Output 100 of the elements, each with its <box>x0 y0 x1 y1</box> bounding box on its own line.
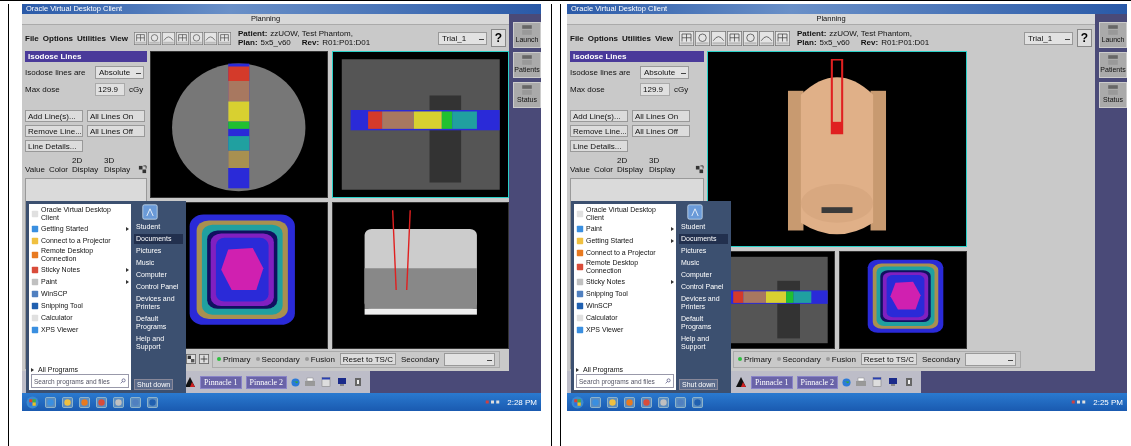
taskbar-app-icon[interactable] <box>624 396 635 408</box>
toolbar-icon[interactable] <box>148 31 161 45</box>
taskbar-app-icon[interactable] <box>96 396 107 408</box>
panel-title: Isodose Lines <box>28 52 82 61</box>
layout-icon[interactable] <box>199 354 209 364</box>
pinnacle-tab[interactable]: Pinnacle 2 <box>796 375 839 389</box>
taskbar-app-icon[interactable] <box>130 396 141 408</box>
clock[interactable]: 2:28 PM <box>507 397 537 407</box>
toolbar-icon[interactable] <box>176 31 189 45</box>
taskbar-app-icon[interactable] <box>658 396 669 408</box>
radio-option[interactable]: Primary <box>217 354 251 364</box>
monitor-icon[interactable] <box>887 377 900 387</box>
pinnacle-tab[interactable]: Pinnacle 1 <box>751 375 793 389</box>
panel-button[interactable]: All Lines On <box>632 110 690 122</box>
monitor-icon[interactable] <box>336 377 349 387</box>
document-icon[interactable] <box>871 377 884 387</box>
panel-button[interactable]: Remove Line... <box>570 125 628 137</box>
panel-button[interactable]: All Lines On <box>87 110 145 122</box>
display-icon[interactable] <box>138 165 147 174</box>
menu-item[interactable]: Options <box>587 33 618 43</box>
taskbar-app-icon[interactable] <box>113 396 124 408</box>
toolbar-icon[interactable] <box>162 31 175 45</box>
window-icon <box>1107 84 1119 96</box>
toolbar-icon[interactable] <box>695 30 710 46</box>
printer-icon[interactable] <box>304 377 317 387</box>
help-button[interactable]: ? <box>1077 29 1092 47</box>
panel-button[interactable]: All Lines Off <box>632 125 690 137</box>
radio-option[interactable]: Secondary <box>255 354 300 364</box>
column-header: 2D Display <box>72 156 100 174</box>
taskbar-app-icon[interactable] <box>590 396 601 408</box>
taskbar-app-icon[interactable] <box>62 396 73 408</box>
panel-button[interactable]: All Lines Off <box>87 125 145 137</box>
pinnacle-tab[interactable]: Pinnacle 2 <box>245 375 288 389</box>
globe-icon[interactable] <box>842 377 852 387</box>
start-button[interactable] <box>26 395 39 409</box>
radio-option[interactable]: Fusion <box>304 354 335 364</box>
plan-name: 5x5_v60 <box>260 38 291 47</box>
field-label: Isodose lines are <box>570 68 632 77</box>
max-dose-field[interactable]: 129.9 <box>95 83 125 96</box>
taskbar-app-icon[interactable] <box>147 396 158 408</box>
layout-icon[interactable] <box>186 354 196 364</box>
clock[interactable]: 2:25 PM <box>1093 397 1123 407</box>
ct-dose-image[interactable] <box>331 51 509 198</box>
toolbar-icon[interactable] <box>190 31 203 45</box>
panel-button[interactable]: Line Details... <box>570 140 628 152</box>
toolbar-icon[interactable] <box>711 30 726 46</box>
ct-dose-image[interactable] <box>839 251 967 349</box>
menu-item[interactable]: View <box>109 33 128 43</box>
menu-item[interactable]: File <box>570 33 584 43</box>
menu-item[interactable]: Utilities <box>622 33 651 43</box>
plan-label: Plan: <box>238 38 258 47</box>
column-header: 3D Display <box>104 156 132 174</box>
xray-projection-image[interactable] <box>331 202 509 349</box>
panel-button[interactable]: Add Line(s)... <box>570 110 628 122</box>
taskbar-app-icon[interactable] <box>607 396 618 408</box>
reset-button[interactable]: Reset to TS/C <box>339 353 396 365</box>
toolbar-icon[interactable] <box>204 31 217 45</box>
menu-item[interactable]: Options <box>42 33 73 43</box>
display-icon[interactable] <box>695 165 704 174</box>
menu-item[interactable]: Utilities <box>77 33 106 43</box>
menu-item[interactable]: File <box>25 33 39 43</box>
unit-label: cGy <box>129 85 144 94</box>
printer-icon[interactable] <box>855 377 868 387</box>
pinnacle-tab[interactable]: Pinnacle 1 <box>200 375 242 389</box>
revision-label: Rev: <box>301 38 320 47</box>
menu-item[interactable]: View <box>654 33 673 43</box>
secondary-dropdown[interactable] <box>444 352 496 366</box>
max-dose-field[interactable]: 129.9 <box>640 83 670 96</box>
toolbar-icon[interactable] <box>218 31 231 45</box>
panel-button[interactable]: Remove Line... <box>25 125 83 137</box>
toolbar-icon[interactable] <box>743 30 758 46</box>
taskbar-app-icon[interactable] <box>79 396 90 408</box>
mode-dropdown[interactable]: Absolute <box>95 66 144 79</box>
radio-option[interactable]: Fusion <box>825 354 856 364</box>
document-icon[interactable] <box>320 377 333 387</box>
taskbar-app-icon[interactable] <box>641 396 652 408</box>
help-button[interactable]: ? <box>491 29 506 47</box>
radio-option[interactable]: Primary <box>738 354 772 364</box>
toolbar-icon[interactable] <box>759 30 774 46</box>
radio-option[interactable]: Secondary <box>776 354 821 364</box>
taskbar-app-icon[interactable] <box>692 396 703 408</box>
panel-button[interactable]: Line Details... <box>25 140 83 152</box>
mode-dropdown[interactable]: Absolute <box>640 66 689 79</box>
panel-button[interactable]: Add Line(s)... <box>25 110 83 122</box>
taskbar-app-icon[interactable] <box>675 396 686 408</box>
toolbar-icon[interactable] <box>775 30 790 46</box>
start-button[interactable] <box>571 395 584 409</box>
trial-dropdown[interactable]: Trial_1 <box>438 31 487 45</box>
taskbar-app-icon[interactable] <box>45 396 56 408</box>
window-icon <box>521 84 533 96</box>
toolbar-icon[interactable] <box>727 30 742 46</box>
trial-dropdown[interactable]: Trial_1 <box>1024 31 1073 45</box>
toolbar-icon[interactable] <box>679 30 694 46</box>
ct-dose-image[interactable] <box>150 51 328 198</box>
secondary-dropdown[interactable] <box>965 352 1017 366</box>
reset-button[interactable]: Reset to TS/C <box>860 353 917 365</box>
secondary-label: Secondary <box>921 354 961 364</box>
window-icon <box>1107 54 1119 66</box>
globe-icon[interactable] <box>291 377 301 387</box>
toolbar-icon[interactable] <box>134 31 147 45</box>
